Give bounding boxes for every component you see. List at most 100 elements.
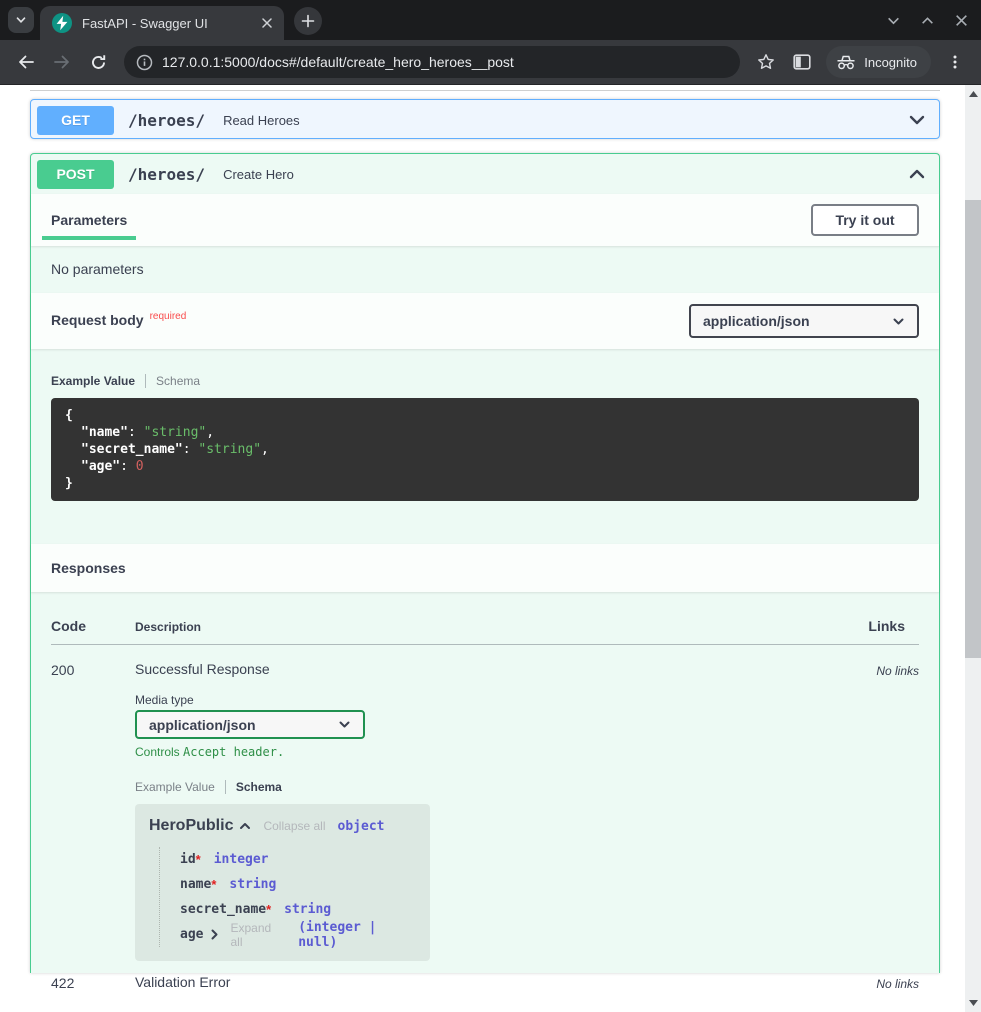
site-info-icon[interactable] <box>136 54 153 71</box>
tab-divider <box>145 374 146 388</box>
tab-strip: FastAPI - Swagger UI <box>0 0 981 40</box>
endpoint-summary: Create Hero <box>223 167 294 182</box>
expand-all-link[interactable]: Expand all <box>230 921 283 949</box>
forward-arrow-icon <box>53 53 71 71</box>
try-it-out-button[interactable]: Try it out <box>811 204 919 236</box>
tab-search-button[interactable] <box>8 7 34 33</box>
expand-endpoint-button[interactable] <box>907 110 927 130</box>
browser-menu-button[interactable] <box>939 46 971 78</box>
tab-close-button[interactable] <box>258 14 276 32</box>
triangle-down-icon <box>969 1000 978 1006</box>
section-divider <box>30 90 940 91</box>
model-collapse-button[interactable] <box>239 820 251 832</box>
incognito-icon <box>836 55 856 70</box>
browser-toolbar: 127.0.0.1:5000/docs#/default/create_hero… <box>0 40 981 85</box>
code-line: } <box>65 475 905 492</box>
tab-schema[interactable]: Schema <box>236 780 282 794</box>
forward-button[interactable] <box>46 46 78 78</box>
response-row-200: 200 Successful Response Media type appli… <box>51 645 919 961</box>
window-minimize-button[interactable] <box>883 10 903 30</box>
reload-button[interactable] <box>82 46 114 78</box>
window-maximize-button[interactable] <box>917 10 937 30</box>
opblock-get-header[interactable]: GET /heroes/ Read Heroes <box>31 100 939 140</box>
chevron-down-icon <box>338 718 351 731</box>
request-body-header: Request body required application/json <box>31 293 939 349</box>
code-line: "name": "string", <box>65 424 905 441</box>
star-icon <box>757 53 775 71</box>
window-controls <box>883 0 971 40</box>
endpoint-path: /heroes/ <box>128 165 205 184</box>
plus-icon <box>301 14 315 28</box>
parameters-header: Parameters Try it out <box>31 194 939 246</box>
chevron-down-icon <box>886 13 901 28</box>
expand-property-button[interactable] <box>209 929 220 940</box>
model-type: object <box>338 819 385 834</box>
responses-title: Responses <box>51 560 126 576</box>
browser-tab[interactable]: FastAPI - Swagger UI <box>40 6 284 40</box>
chevron-down-icon <box>907 110 927 130</box>
response-description-cell: Successful Response Media type applicati… <box>135 661 876 961</box>
model-title: HeroPublic <box>149 817 233 835</box>
tab-schema[interactable]: Schema <box>156 374 200 388</box>
request-body-label: Request body <box>51 312 144 328</box>
response-description: Validation Error <box>135 974 876 990</box>
model-property-row: secret_name* string <box>180 897 416 922</box>
vertical-scrollbar[interactable] <box>965 85 981 1012</box>
parameters-title: Parameters <box>51 212 127 228</box>
collapse-endpoint-button[interactable] <box>907 164 927 184</box>
chevron-down-icon <box>14 13 28 27</box>
bookmark-star-button[interactable] <box>750 46 782 78</box>
request-body-label-group: Request body required <box>51 312 186 330</box>
chevron-right-icon <box>209 929 220 940</box>
example-json-code[interactable]: { "name": "string", "secret_name": "stri… <box>51 398 919 501</box>
no-parameters-text: No parameters <box>31 246 939 293</box>
model-property-row-age: age Expand all (integer | null) <box>180 922 416 947</box>
tab-divider <box>225 780 226 794</box>
responses-table-head: Code Description Links <box>51 618 919 645</box>
request-body-example: Example Value Schema { "name": "string",… <box>31 349 939 544</box>
tab-example-value[interactable]: Example Value <box>135 780 215 794</box>
incognito-badge: Incognito <box>826 46 931 78</box>
triangle-up-icon <box>969 91 978 97</box>
fastapi-favicon-icon <box>52 13 72 33</box>
endpoint-path: /heroes/ <box>128 111 205 130</box>
side-panel-button[interactable] <box>786 46 818 78</box>
response-code: 422 <box>51 974 135 991</box>
opblock-get-heroes: GET /heroes/ Read Heroes <box>30 99 940 139</box>
incognito-label: Incognito <box>864 55 917 70</box>
scrollbar-thumb[interactable] <box>965 200 981 658</box>
schema-model-box: HeroPublic Collapse all object i <box>135 804 430 961</box>
media-type-label: Media type <box>135 693 876 707</box>
tab-example-value[interactable]: Example Value <box>51 374 135 388</box>
response-links: No links <box>876 661 919 678</box>
address-bar[interactable]: 127.0.0.1:5000/docs#/default/create_hero… <box>124 46 740 78</box>
model-property-row: id* integer <box>180 847 416 872</box>
new-tab-button[interactable] <box>294 7 322 35</box>
required-badge: required <box>150 311 187 322</box>
close-icon <box>954 13 969 28</box>
tab-title: FastAPI - Swagger UI <box>82 16 258 31</box>
code-line: "age": 0 <box>65 458 905 475</box>
chevron-up-icon <box>907 164 927 184</box>
model-property-row: name* string <box>180 872 416 897</box>
chevron-up-icon <box>920 13 935 28</box>
model-properties: id* integer name* string secret_name* st… <box>159 847 416 947</box>
endpoint-summary: Read Heroes <box>223 113 300 128</box>
response-content-type-select[interactable]: application/json <box>135 710 365 739</box>
chevron-down-icon <box>892 315 905 328</box>
scroll-down-button[interactable] <box>965 996 981 1010</box>
window-close-button[interactable] <box>951 10 971 30</box>
opblock-post-header[interactable]: POST /heroes/ Create Hero <box>31 154 939 194</box>
collapse-all-link[interactable]: Collapse all <box>263 819 325 833</box>
opblock-post-heroes: POST /heroes/ Create Hero Parameters Try… <box>30 153 940 973</box>
back-button[interactable] <box>10 46 42 78</box>
content-type-value: application/json <box>149 717 256 733</box>
response-code: 200 <box>51 661 135 678</box>
response-description: Successful Response <box>135 661 876 677</box>
responses-header: Responses <box>31 544 939 592</box>
scroll-up-button[interactable] <box>965 87 981 101</box>
model-title-row: HeroPublic Collapse all object <box>149 817 416 835</box>
reload-icon <box>90 54 107 71</box>
request-content-type-select[interactable]: application/json <box>689 304 919 338</box>
code-line: "secret_name": "string", <box>65 441 905 458</box>
